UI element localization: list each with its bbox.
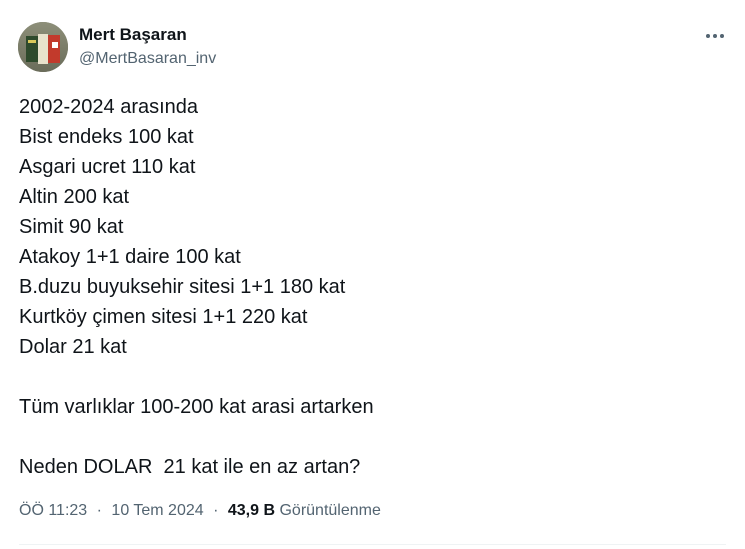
tweet-line: Simit 90 kat	[19, 216, 124, 238]
tweet-line: Atakoy 1+1 daire 100 kat	[19, 246, 241, 268]
tweet: Mert Başaran @MertBasaran_inv 2002-2024 …	[0, 0, 745, 549]
divider	[19, 544, 726, 545]
tweet-line: Kurtköy çimen sitesi 1+1 220 kat	[19, 306, 308, 328]
dot	[720, 34, 724, 38]
tweet-text: 2002-2024 arasında Bist endeks 100 kat A…	[19, 92, 719, 482]
tweet-line: Altin 200 kat	[19, 186, 130, 208]
avatar-shape	[38, 34, 48, 64]
author-name[interactable]: Mert Başaran	[79, 25, 187, 45]
tweet-line: Asgari ucret 110 kat	[19, 156, 196, 178]
dot	[713, 34, 717, 38]
avatar-shape	[52, 42, 58, 48]
author-handle[interactable]: @MertBasaran_inv	[79, 50, 216, 68]
tweet-meta: ÖÖ 11:23 · 10 Tem 2024 · 43,9 B Görüntül…	[19, 502, 381, 520]
tweet-line: Dolar 21 kat	[19, 336, 127, 358]
tweet-line: Bist endeks 100 kat	[19, 126, 194, 148]
views-count[interactable]: 43,9 B	[228, 502, 275, 519]
tweet-line: B.duzu buyuksehir sitesi 1+1 180 kat	[19, 276, 346, 298]
tweet-line: 2002-2024 arasında	[19, 96, 199, 118]
avatar-shape	[28, 40, 36, 43]
avatar[interactable]	[18, 22, 68, 72]
meta-separator: ·	[213, 502, 219, 519]
views-label: Görüntülenme	[279, 502, 381, 519]
more-dots-icon[interactable]	[705, 26, 725, 46]
tweet-time[interactable]: ÖÖ 11:23	[19, 502, 87, 519]
meta-separator: ·	[96, 502, 102, 519]
tweet-line: Tüm varlıklar 100-200 kat arasi artarken	[19, 396, 374, 418]
dot	[706, 34, 710, 38]
tweet-line: Neden DOLAR 21 kat ile en az artan?	[19, 456, 361, 478]
avatar-shape	[48, 35, 60, 63]
tweet-date[interactable]: 10 Tem 2024	[111, 502, 203, 519]
